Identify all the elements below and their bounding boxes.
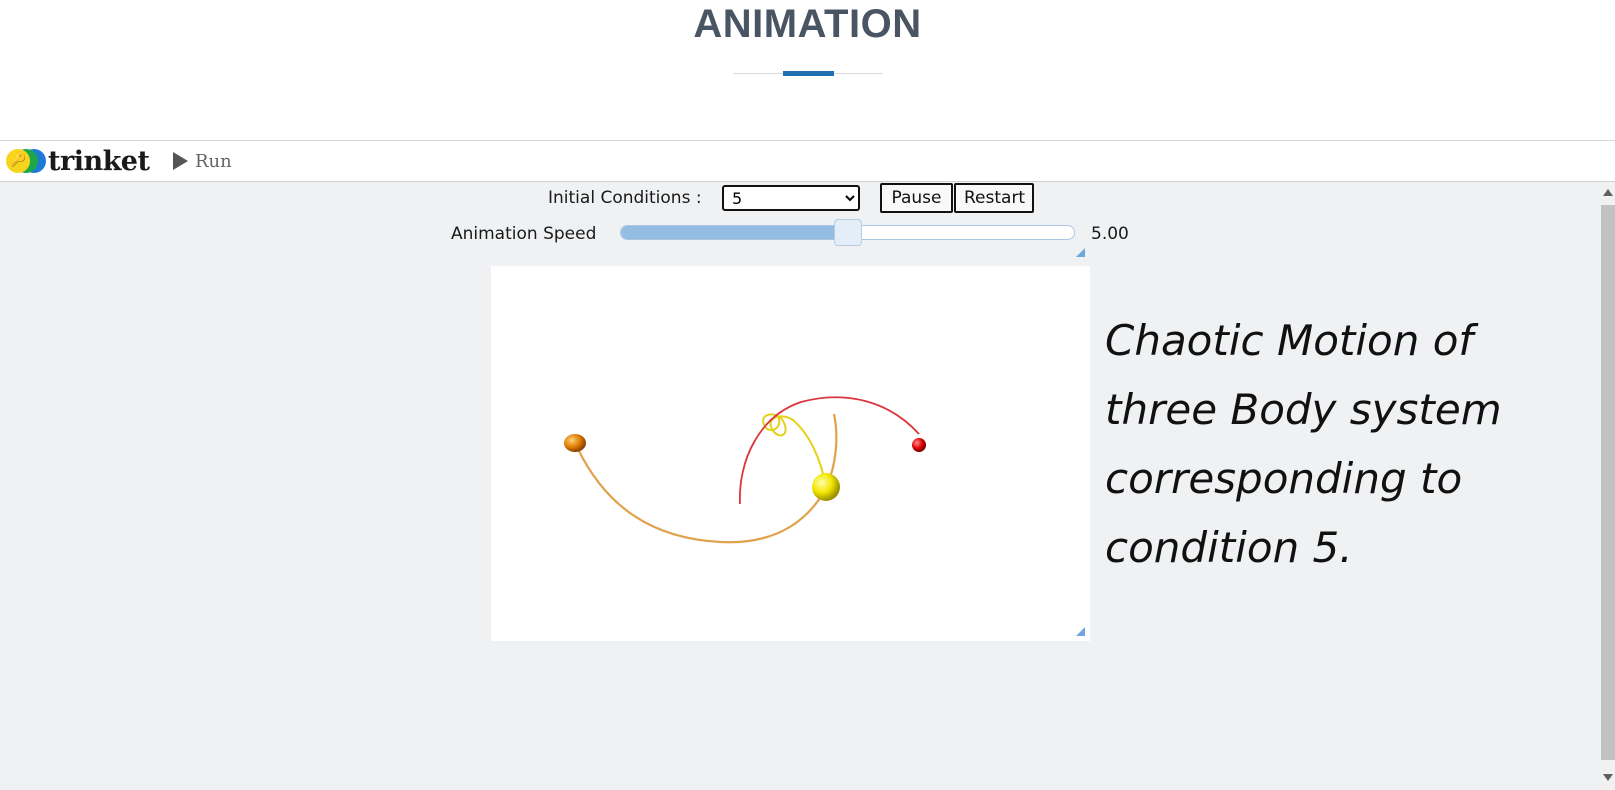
- play-icon: [173, 152, 188, 170]
- trinket-logo-icon: 🔑: [6, 147, 46, 175]
- orbit-trail-orange: [577, 413, 838, 544]
- title-divider-accent: [783, 71, 834, 76]
- animation-caption: Chaotic Motion of three Body system corr…: [1105, 316, 1502, 572]
- slider-fill: [621, 226, 848, 239]
- pause-button[interactable]: Pause: [880, 183, 953, 213]
- scroll-down-icon[interactable]: [1603, 774, 1613, 781]
- initial-conditions-label: Initial Conditions :: [548, 188, 702, 208]
- trinket-toolbar: 🔑 trinket Run: [0, 141, 1615, 182]
- slider-handle[interactable]: [833, 219, 862, 246]
- resize-handle-icon[interactable]: [1076, 627, 1085, 636]
- page-title: ANIMATION: [693, 2, 922, 46]
- three-body-scene: [564, 396, 926, 544]
- run-label: Run: [195, 150, 232, 172]
- run-button[interactable]: Run: [173, 149, 232, 173]
- animation-canvas: [491, 266, 1090, 641]
- body-red: [912, 438, 926, 452]
- trinket-logo[interactable]: 🔑 trinket: [6, 145, 150, 177]
- animation-speed-label: Animation Speed: [451, 224, 597, 244]
- initial-conditions-select[interactable]: 5: [722, 185, 860, 211]
- resize-handle-icon[interactable]: [1076, 248, 1085, 257]
- key-icon: 🔑: [10, 153, 27, 168]
- animation-speed-value: 5.00: [1091, 224, 1129, 244]
- body-yellow: [812, 473, 840, 501]
- trinket-logo-text: trinket: [48, 145, 150, 177]
- body-orange: [564, 434, 586, 452]
- restart-button[interactable]: Restart: [954, 183, 1034, 213]
- scrollbar-thumb[interactable]: [1601, 205, 1615, 760]
- scroll-up-icon[interactable]: [1603, 189, 1613, 196]
